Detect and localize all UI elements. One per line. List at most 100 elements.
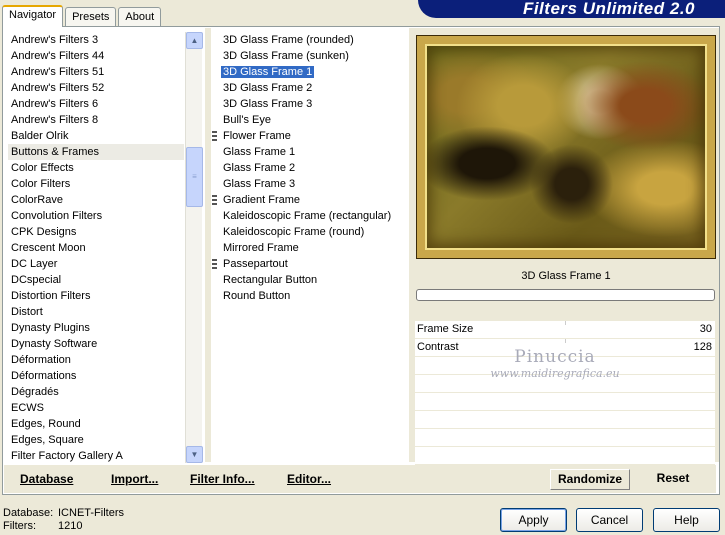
category-item[interactable]: Andrew's Filters 44 [8, 48, 184, 64]
import-button[interactable]: Import... [111, 472, 158, 486]
filter-item[interactable]: Kaleidoscopic Frame (round) [211, 224, 409, 240]
filter-info-button[interactable]: Filter Info... [190, 472, 255, 486]
category-item[interactable]: DC Layer [8, 256, 184, 272]
filter-item-label: Rectangular Button [223, 274, 318, 286]
scroll-down-icon[interactable]: ▼ [186, 446, 203, 463]
filter-item-label: Glass Frame 1 [223, 146, 296, 158]
filter-item-label: Glass Frame 2 [223, 162, 296, 174]
category-item[interactable]: Buttons & Frames [8, 144, 184, 160]
param-value[interactable]: 30 [700, 321, 712, 338]
filter-item[interactable]: 3D Glass Frame (sunken) [211, 48, 409, 64]
filter-item[interactable]: Mirrored Frame [211, 240, 409, 256]
filter-item[interactable]: Rectangular Button [211, 272, 409, 288]
cancel-button[interactable]: Cancel [576, 508, 643, 532]
filter-item-label: Glass Frame 3 [223, 178, 296, 190]
filter-item-label: 3D Glass Frame (rounded) [223, 34, 354, 46]
filter-list[interactable]: 3D Glass Frame (rounded) 3D Glass Frame (… [211, 32, 409, 464]
filter-item[interactable]: Gradient Frame [211, 192, 409, 208]
apply-button[interactable]: Apply [500, 508, 567, 532]
app-title-banner: Filters Unlimited 2.0 [418, 0, 725, 18]
filter-item[interactable]: Glass Frame 2 [211, 160, 409, 176]
category-item[interactable]: Andrew's Filters 3 [8, 32, 184, 48]
param-name: Contrast [417, 341, 459, 353]
filters-count: 1210 [58, 520, 83, 532]
category-item[interactable]: Distort [8, 304, 184, 320]
category-item[interactable]: Dégradés [8, 384, 184, 400]
category-item[interactable]: DCspecial [8, 272, 184, 288]
filter-item[interactable]: Kaleidoscopic Frame (rectangular) [211, 208, 409, 224]
category-item[interactable]: Déformations [8, 368, 184, 384]
filter-item[interactable]: 3D Glass Frame 1 [211, 64, 409, 80]
param-row[interactable]: Contrast 128 [415, 339, 715, 357]
category-scrollbar[interactable]: ▲ ≡ ▼ [185, 32, 203, 463]
category-list[interactable]: Andrew's Filters 3 Andrew's Filters 44 And… [8, 32, 184, 464]
category-item[interactable]: Balder Olrik [8, 128, 184, 144]
category-item[interactable]: ColorRave [8, 192, 184, 208]
filter-item-label: 3D Glass Frame 2 [223, 82, 313, 94]
param-row-empty [415, 411, 715, 429]
scroll-up-icon[interactable]: ▲ [186, 32, 203, 49]
filter-item[interactable]: Round Button [211, 288, 409, 304]
filter-item-label: 3D Glass Frame (sunken) [223, 50, 349, 62]
tab-bar: Navigator Presets About [2, 5, 163, 27]
filter-item[interactable]: Glass Frame 1 [211, 144, 409, 160]
param-row-empty [415, 357, 715, 375]
status-info: Database: ICNET-Filters Filters: 1210 [3, 507, 124, 533]
category-item[interactable]: Filter Factory Gallery A [8, 448, 184, 464]
filter-item-label: Passepartout [223, 258, 288, 270]
category-item[interactable]: Déformation [8, 352, 184, 368]
grip-icon [212, 259, 217, 269]
category-item[interactable]: Edges, Round [8, 416, 184, 432]
filter-item[interactable]: Glass Frame 3 [211, 176, 409, 192]
preview-filter-name: 3D Glass Frame 1 [521, 270, 611, 282]
editor-button[interactable]: Editor... [287, 472, 331, 486]
filter-item-label: Flower Frame [223, 130, 291, 142]
category-item[interactable]: Dynasty Software [8, 336, 184, 352]
filter-item-label: Round Button [223, 290, 291, 302]
category-item[interactable]: Distortion Filters [8, 288, 184, 304]
grip-icon [212, 195, 217, 205]
preview-image [416, 35, 716, 259]
filter-item-label: Gradient Frame [223, 194, 301, 206]
category-item[interactable]: Edges, Square [8, 432, 184, 448]
tab-navigator[interactable]: Navigator [2, 5, 64, 27]
param-row-empty [415, 375, 715, 393]
filter-item[interactable]: Passepartout [211, 256, 409, 272]
param-row-empty [415, 393, 715, 411]
tab-about[interactable]: About [118, 7, 162, 27]
slider-tick [565, 321, 566, 325]
category-item[interactable]: Andrew's Filters 8 [8, 112, 184, 128]
filters-label: Filters: [3, 520, 36, 532]
category-item[interactable]: Andrew's Filters 51 [8, 64, 184, 80]
toolbar: Database Import... Filter Info... Editor… [4, 465, 716, 493]
database-value: ICNET-Filters [58, 507, 124, 519]
category-item[interactable]: Convolution Filters [8, 208, 184, 224]
grip-icon [212, 131, 217, 141]
category-item[interactable]: Crescent Moon [8, 240, 184, 256]
filter-item[interactable]: 3D Glass Frame 3 [211, 96, 409, 112]
scroll-thumb[interactable]: ≡ [186, 147, 203, 207]
filter-item-label: 3D Glass Frame 1 [221, 66, 315, 78]
filter-item[interactable]: 3D Glass Frame 2 [211, 80, 409, 96]
filter-item[interactable]: 3D Glass Frame (rounded) [211, 32, 409, 48]
database-button[interactable]: Database [20, 472, 73, 486]
filter-item[interactable]: Bull's Eye [211, 112, 409, 128]
category-item[interactable]: Color Filters [8, 176, 184, 192]
filter-item[interactable]: Flower Frame [211, 128, 409, 144]
reset-button[interactable]: Reset [638, 469, 708, 490]
filter-item-label: Kaleidoscopic Frame (round) [223, 226, 365, 238]
param-row[interactable]: Frame Size 30 [415, 321, 715, 339]
category-item[interactable]: Color Effects [8, 160, 184, 176]
category-item[interactable]: Andrew's Filters 6 [8, 96, 184, 112]
filter-item-label: Mirrored Frame [223, 242, 299, 254]
param-row-empty [415, 429, 715, 447]
category-item[interactable]: Dynasty Plugins [8, 320, 184, 336]
parameter-list: Frame Size 30 Contrast 128 [415, 321, 715, 465]
param-value[interactable]: 128 [694, 339, 712, 356]
category-item[interactable]: CPK Designs [8, 224, 184, 240]
help-button[interactable]: Help [653, 508, 720, 532]
category-item[interactable]: ECWS [8, 400, 184, 416]
category-item[interactable]: Andrew's Filters 52 [8, 80, 184, 96]
tab-presets[interactable]: Presets [65, 7, 117, 27]
randomize-button[interactable]: Randomize [550, 469, 630, 490]
